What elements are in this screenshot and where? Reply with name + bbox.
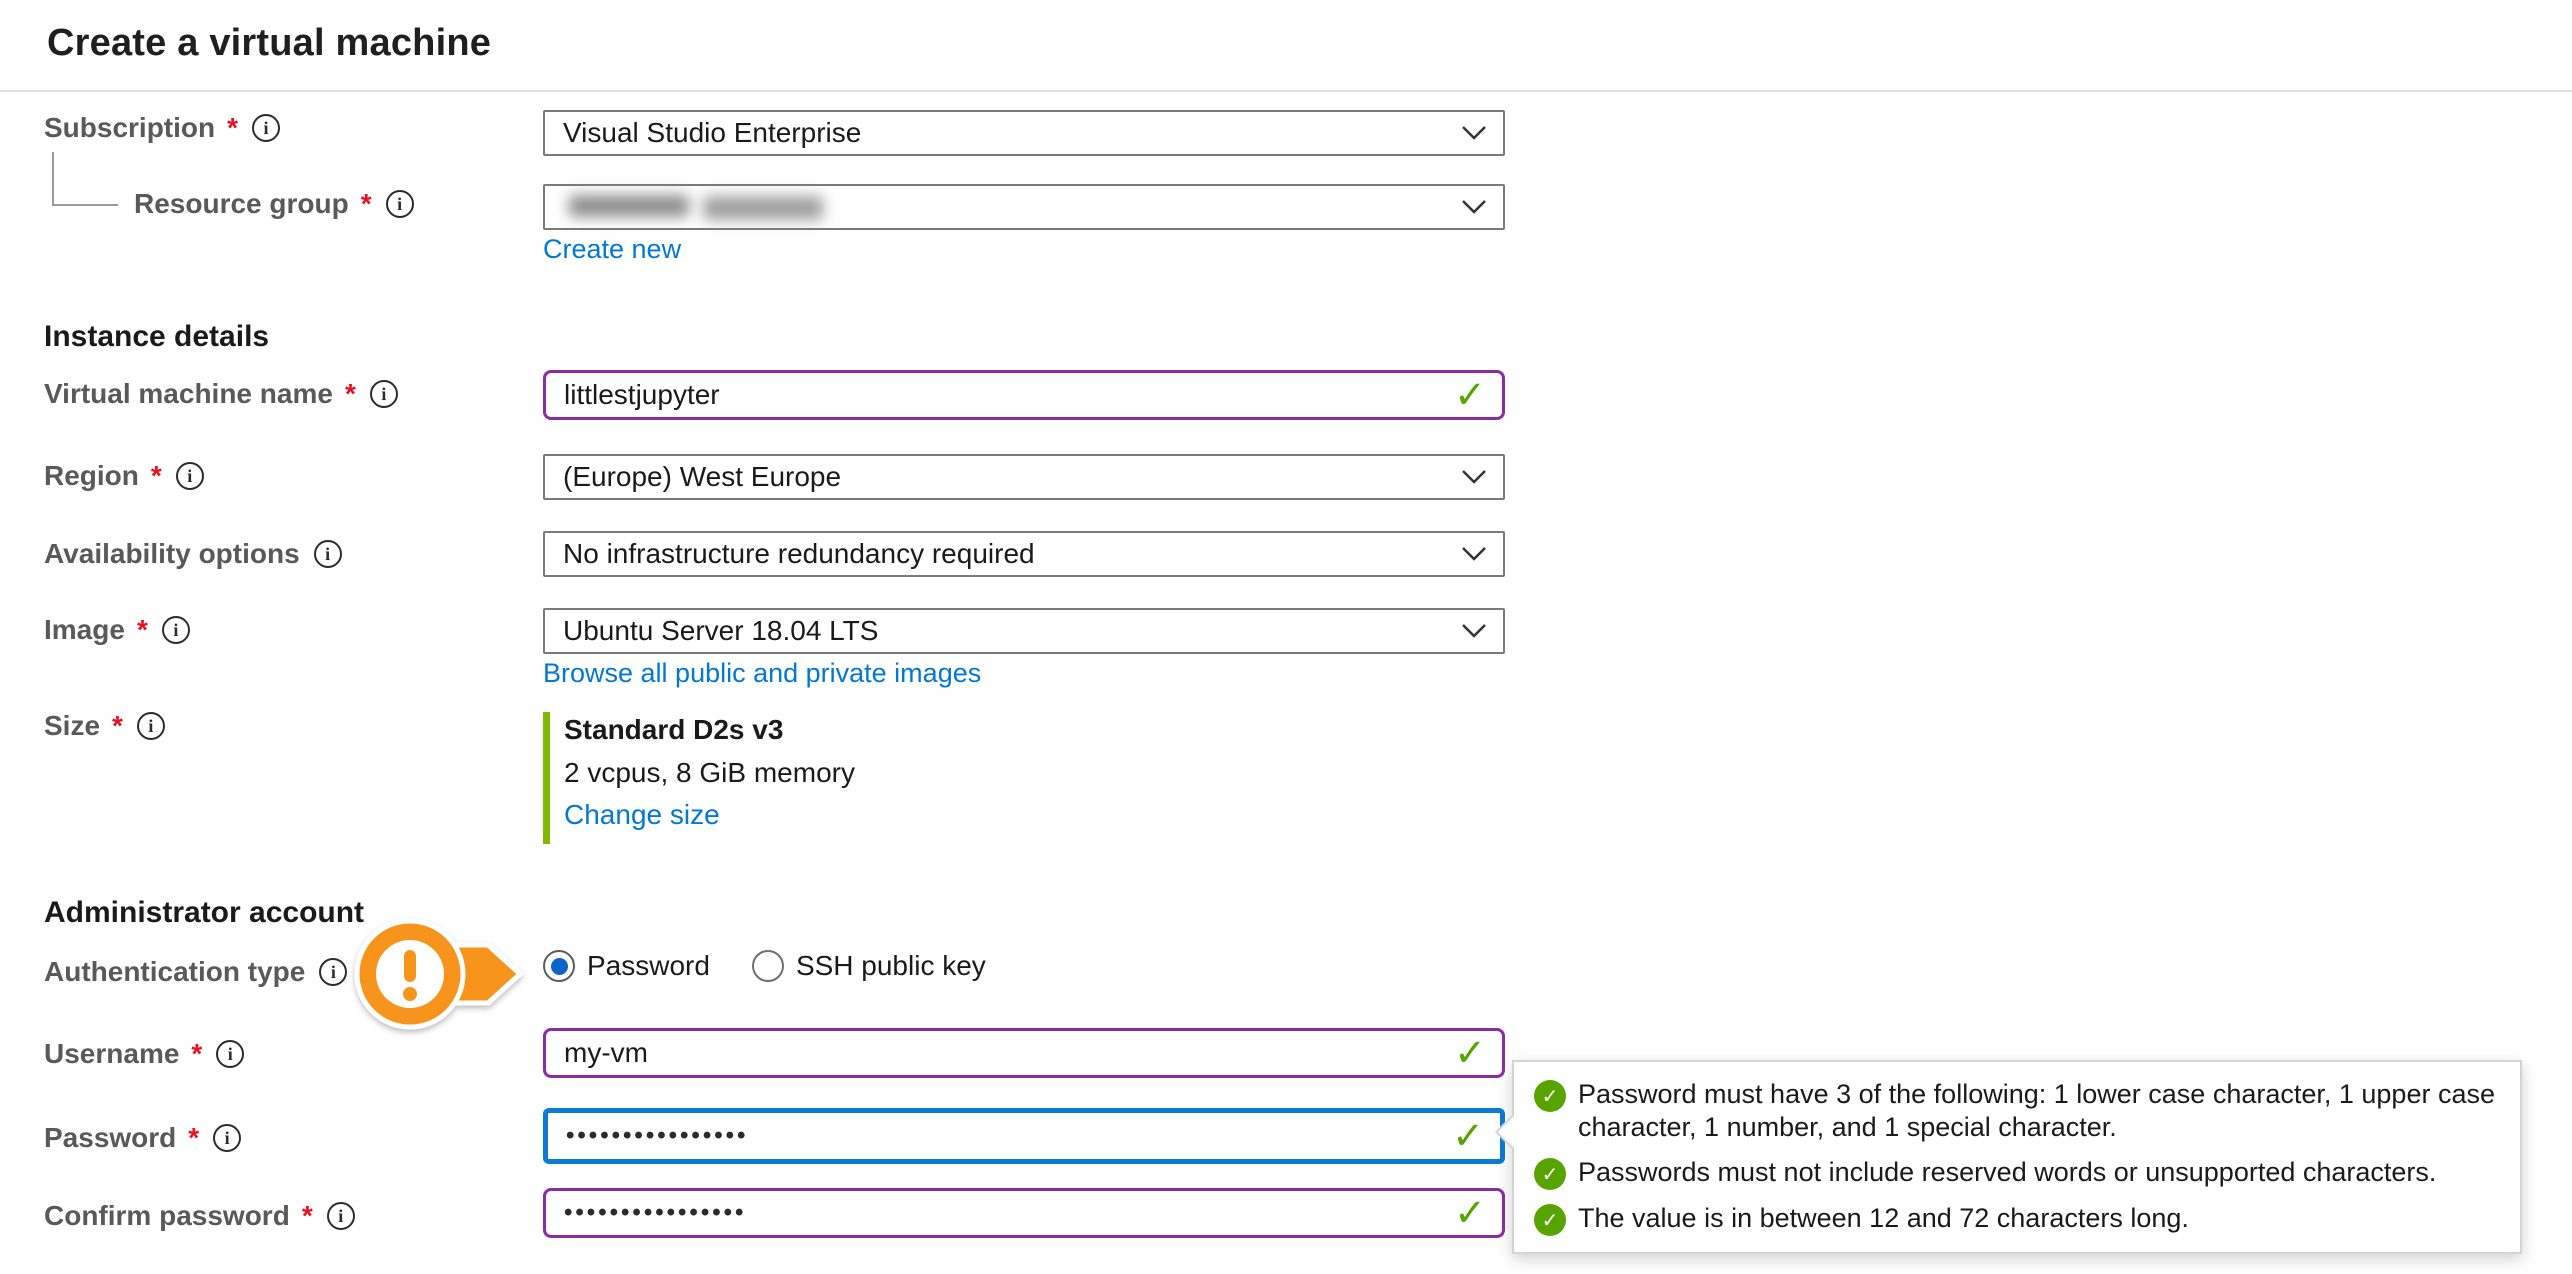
required-asterisk: * — [135, 614, 148, 646]
administrator-account-header: Administrator account — [44, 896, 364, 930]
password-input[interactable]: •••••••••••••••• ✓ — [543, 1108, 1505, 1164]
info-icon[interactable]: i — [370, 380, 398, 408]
region-label: Region * i — [44, 460, 204, 492]
availability-options-value: No infrastructure redundancy required — [563, 538, 1035, 570]
info-icon[interactable]: i — [327, 1202, 355, 1230]
tooltip-item: ✓ Password must have 3 of the following:… — [1534, 1078, 2500, 1144]
tooltip-item: ✓ The value is in between 12 and 72 char… — [1534, 1202, 2500, 1236]
region-value: (Europe) West Europe — [563, 461, 841, 493]
valid-checkmark-icon: ✓ — [1452, 1114, 1484, 1159]
info-icon[interactable]: i — [319, 958, 347, 986]
required-asterisk: * — [149, 460, 162, 492]
authentication-type-label: Authentication type i — [44, 956, 347, 988]
vm-name-value: littlestjupyter — [564, 379, 720, 411]
chevron-down-icon — [1461, 199, 1487, 215]
subscription-label: Subscription * i — [44, 112, 280, 144]
image-value: Ubuntu Server 18.04 LTS — [563, 615, 878, 647]
resource-group-redacted-value — [563, 190, 863, 224]
subscription-select[interactable]: Visual Studio Enterprise — [543, 110, 1505, 156]
radio-password[interactable]: Password — [543, 950, 710, 982]
username-value: my-vm — [564, 1037, 648, 1069]
header-divider — [0, 90, 2572, 92]
valid-checkmark-icon: ✓ — [1454, 1031, 1486, 1076]
create-new-link[interactable]: Create new — [543, 234, 681, 265]
browse-images-link[interactable]: Browse all public and private images — [543, 658, 981, 689]
chevron-down-icon — [1461, 623, 1487, 639]
info-icon[interactable]: i — [176, 462, 204, 490]
required-asterisk: * — [110, 710, 123, 742]
valid-checkmark-icon: ✓ — [1454, 373, 1486, 418]
chevron-down-icon — [1461, 546, 1487, 562]
subscription-value: Visual Studio Enterprise — [563, 117, 861, 149]
password-label: Password * i — [44, 1122, 241, 1154]
availability-options-label: Availability options i — [44, 538, 342, 570]
page-title: Create a virtual machine — [47, 22, 491, 65]
subscription-resource-connector — [52, 152, 118, 206]
confirm-password-label: Confirm password * i — [44, 1200, 355, 1232]
image-select[interactable]: Ubuntu Server 18.04 LTS — [543, 608, 1505, 654]
info-icon[interactable]: i — [213, 1124, 241, 1152]
chevron-down-icon — [1461, 469, 1487, 485]
size-name: Standard D2s v3 — [564, 714, 783, 746]
radio-ssh-public-key[interactable]: SSH public key — [752, 950, 986, 982]
success-check-icon: ✓ — [1534, 1158, 1566, 1190]
warning-annotation-icon — [348, 912, 538, 1042]
success-check-icon: ✓ — [1534, 1080, 1566, 1112]
required-asterisk: * — [186, 1122, 199, 1154]
info-icon[interactable]: i — [252, 114, 280, 142]
radio-unselected-icon — [752, 950, 784, 982]
info-icon[interactable]: i — [386, 190, 414, 218]
tooltip-item: ✓ Passwords must not include reserved wo… — [1534, 1156, 2500, 1190]
vm-name-label: Virtual machine name * i — [44, 378, 398, 410]
authentication-type-radio-group: Password SSH public key — [543, 950, 986, 982]
availability-options-select[interactable]: No infrastructure redundancy required — [543, 531, 1505, 577]
required-asterisk: * — [343, 378, 356, 410]
required-asterisk: * — [225, 112, 238, 144]
image-label: Image * i — [44, 614, 190, 646]
size-accent-bar — [543, 712, 550, 844]
info-icon[interactable]: i — [314, 540, 342, 568]
vm-name-input[interactable]: littlestjupyter ✓ — [543, 370, 1505, 420]
info-icon[interactable]: i — [137, 712, 165, 740]
region-select[interactable]: (Europe) West Europe — [543, 454, 1505, 500]
success-check-icon: ✓ — [1534, 1204, 1566, 1236]
resource-group-select[interactable] — [543, 184, 1505, 230]
password-requirements-tooltip: ✓ Password must have 3 of the following:… — [1512, 1060, 2522, 1254]
info-icon[interactable]: i — [216, 1040, 244, 1068]
required-asterisk: * — [300, 1200, 313, 1232]
size-specs: 2 vcpus, 8 GiB memory — [564, 757, 855, 789]
valid-checkmark-icon: ✓ — [1454, 1191, 1486, 1236]
change-size-link[interactable]: Change size — [564, 799, 720, 831]
username-label: Username * i — [44, 1038, 244, 1070]
confirm-password-input[interactable]: •••••••••••••••• ✓ — [543, 1188, 1505, 1238]
password-masked-value: •••••••••••••••• — [566, 1122, 748, 1150]
required-asterisk: * — [359, 188, 372, 220]
size-label: Size * i — [44, 710, 165, 742]
radio-selected-icon — [543, 950, 575, 982]
username-input[interactable]: my-vm ✓ — [543, 1028, 1505, 1078]
chevron-down-icon — [1461, 125, 1487, 141]
confirm-password-masked-value: •••••••••••••••• — [564, 1199, 746, 1227]
info-icon[interactable]: i — [162, 616, 190, 644]
resource-group-label: Resource group * i — [134, 188, 414, 220]
instance-details-header: Instance details — [44, 320, 269, 354]
required-asterisk: * — [189, 1038, 202, 1070]
